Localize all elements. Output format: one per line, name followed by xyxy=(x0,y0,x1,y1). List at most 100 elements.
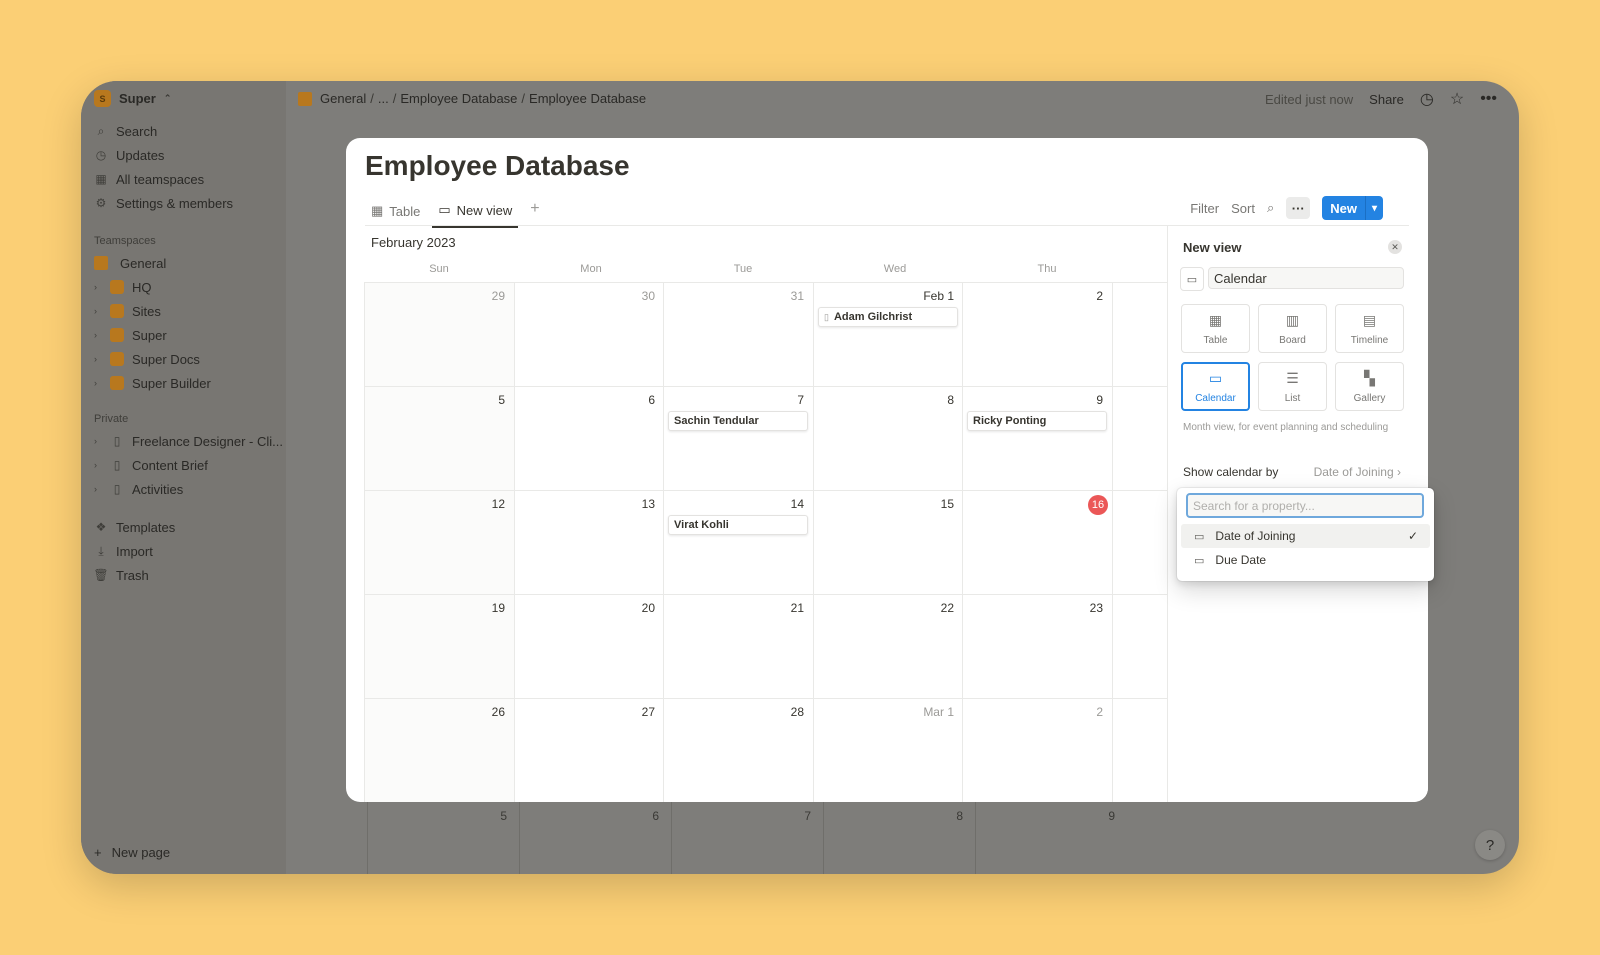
sidebar-item-updates[interactable]: ◷ Updates xyxy=(94,143,233,167)
day-cell[interactable]: Mar 1 xyxy=(813,698,963,802)
sidebar-item-freelance[interactable]: › ▯ Freelance Designer - Cli... xyxy=(94,429,283,453)
day-cell[interactable]: 2 xyxy=(962,698,1112,802)
day-cell[interactable] xyxy=(1112,386,1167,490)
day-cell[interactable]: 8 xyxy=(813,386,963,490)
add-view-button[interactable]: + xyxy=(524,198,545,228)
breadcrumb-item[interactable]: Employee Database xyxy=(529,91,646,106)
breadcrumb: General / ... / Employee Database / Empl… xyxy=(298,91,646,106)
share-button[interactable]: Share xyxy=(1369,92,1404,107)
event-card[interactable]: Ricky Ponting xyxy=(967,411,1107,431)
sidebar-item-import[interactable]: ⤓ Import xyxy=(94,539,175,563)
page-title[interactable]: Employee Database xyxy=(365,150,630,182)
day-cell[interactable]: 29 xyxy=(364,282,514,386)
day-cell[interactable]: 14 Virat Kohli xyxy=(663,490,813,594)
day-cell[interactable]: 7 Sachin Tendular xyxy=(663,386,813,490)
day-cell[interactable]: 16 xyxy=(962,490,1112,594)
day-cell[interactable]: 22 xyxy=(813,594,963,698)
sidebar-item-all-teamspaces[interactable]: ▦ All teamspaces xyxy=(94,167,233,191)
day-cell[interactable]: 6 xyxy=(514,386,664,490)
tab-table[interactable]: ▦ Table xyxy=(365,198,426,228)
day-cell[interactable] xyxy=(1112,490,1167,594)
more-options-button[interactable]: ··· xyxy=(1286,197,1311,219)
view-type-gallery[interactable]: ▚ Gallery xyxy=(1335,362,1404,411)
new-page-button[interactable]: + New page xyxy=(94,845,170,860)
day-number: 2 xyxy=(1096,705,1103,719)
chevron-right-icon[interactable]: › xyxy=(94,378,102,388)
view-tabs: ▦ Table ▭ New view + xyxy=(365,198,546,228)
day-cell[interactable]: 15 xyxy=(813,490,963,594)
sidebar-item-hq[interactable]: › HQ xyxy=(94,275,211,299)
view-type-table[interactable]: ▦ Table xyxy=(1181,304,1250,353)
chevron-right-icon[interactable]: › xyxy=(94,282,102,292)
sidebar-item-sites[interactable]: › Sites xyxy=(94,299,211,323)
breadcrumb-item[interactable]: Employee Database xyxy=(400,91,517,106)
day-cell[interactable]: 27 xyxy=(514,698,664,802)
property-option-date-of-joining[interactable]: ▭ Date of Joining ✓ xyxy=(1181,524,1430,548)
sidebar-item-general[interactable]: General xyxy=(94,251,211,275)
sidebar-item-trash[interactable]: 🗑 Trash xyxy=(93,563,175,587)
chevron-right-icon[interactable]: › xyxy=(94,306,102,316)
day-cell[interactable]: 23 xyxy=(962,594,1112,698)
event-card[interactable]: Virat Kohli xyxy=(668,515,808,535)
event-card[interactable]: ▯ Adam Gilchrist xyxy=(818,307,958,327)
sidebar-item-search[interactable]: ⌕ Search xyxy=(94,119,233,143)
chevron-right-icon[interactable]: › xyxy=(94,460,102,470)
day-cell[interactable]: 30 xyxy=(514,282,664,386)
event-card[interactable]: Sachin Tendular xyxy=(668,411,808,431)
breadcrumb-item[interactable]: ... xyxy=(378,91,389,106)
property-option-due-date[interactable]: ▭ Due Date xyxy=(1181,548,1430,572)
calendar-icon[interactable]: ▭ xyxy=(1180,267,1204,291)
sidebar-item-templates[interactable]: ❖ Templates xyxy=(94,515,176,539)
new-button-label[interactable]: New xyxy=(1322,196,1366,220)
sidebar-item-content-brief[interactable]: › ▯ Content Brief xyxy=(94,453,283,477)
sidebar-item-super-builder[interactable]: › Super Builder xyxy=(94,371,211,395)
chevron-right-icon[interactable]: › xyxy=(94,484,102,494)
more-icon[interactable]: ••• xyxy=(1480,90,1497,108)
view-type-calendar[interactable]: ▭ Calendar xyxy=(1181,362,1250,411)
search-icon[interactable]: ⌕ xyxy=(1267,200,1274,216)
chevron-down-icon[interactable]: ▾ xyxy=(1366,196,1383,220)
breadcrumb-item[interactable]: General xyxy=(320,91,366,106)
sidebar-item-super[interactable]: › Super xyxy=(94,323,211,347)
chevron-right-icon[interactable]: › xyxy=(94,436,102,446)
day-cell[interactable]: 9 Ricky Ponting xyxy=(962,386,1112,490)
day-cell[interactable]: 5 xyxy=(364,386,514,490)
new-button[interactable]: New ▾ xyxy=(1322,196,1383,220)
weekday-header: Tue xyxy=(733,263,753,275)
view-type-timeline[interactable]: ▤ Timeline xyxy=(1335,304,1404,353)
day-cell[interactable] xyxy=(1112,698,1167,802)
day-cell[interactable]: 31 xyxy=(663,282,813,386)
view-type-list[interactable]: ☰ List xyxy=(1258,362,1327,411)
day-cell[interactable]: 26 xyxy=(364,698,514,802)
star-icon[interactable]: ☆ xyxy=(1450,89,1464,109)
day-cell[interactable]: Feb 1 ▯ Adam Gilchrist xyxy=(813,282,963,386)
close-icon[interactable]: ✕ xyxy=(1388,240,1402,254)
view-name-input[interactable] xyxy=(1208,267,1404,289)
show-by-value[interactable]: Date of Joining › xyxy=(1314,465,1401,479)
chevron-right-icon[interactable]: › xyxy=(94,354,102,364)
sidebar-item-activities[interactable]: › ▯ Activities xyxy=(94,477,283,501)
day-cell[interactable]: 12 xyxy=(364,490,514,594)
history-icon[interactable]: ◷ xyxy=(1420,89,1434,109)
day-cell[interactable]: 20 xyxy=(514,594,664,698)
sidebar-item-settings[interactable]: ⚙ Settings & members xyxy=(94,191,233,215)
chevron-right-icon[interactable]: › xyxy=(94,330,102,340)
event-title: Ricky Ponting xyxy=(973,415,1047,427)
trash-icon: 🗑 xyxy=(93,568,109,582)
sidebar-item-super-docs[interactable]: › Super Docs xyxy=(94,347,211,371)
day-cell[interactable] xyxy=(1112,282,1167,386)
workspace-switcher[interactable]: S Super ⌃ xyxy=(94,90,171,107)
show-calendar-by-row[interactable]: Show calendar by Date of Joining › xyxy=(1183,465,1401,479)
filter-button[interactable]: Filter xyxy=(1190,201,1219,216)
help-button[interactable]: ? xyxy=(1475,830,1505,860)
property-search-input[interactable] xyxy=(1186,493,1424,518)
day-cell[interactable]: 13 xyxy=(514,490,664,594)
tab-new-view[interactable]: ▭ New view xyxy=(432,198,519,228)
day-cell[interactable]: 2 xyxy=(962,282,1112,386)
day-cell[interactable]: 21 xyxy=(663,594,813,698)
view-type-board[interactable]: ▥ Board xyxy=(1258,304,1327,353)
day-cell[interactable]: 19 xyxy=(364,594,514,698)
day-cell[interactable]: 28 xyxy=(663,698,813,802)
sort-button[interactable]: Sort xyxy=(1231,201,1255,216)
day-cell[interactable] xyxy=(1112,594,1167,698)
